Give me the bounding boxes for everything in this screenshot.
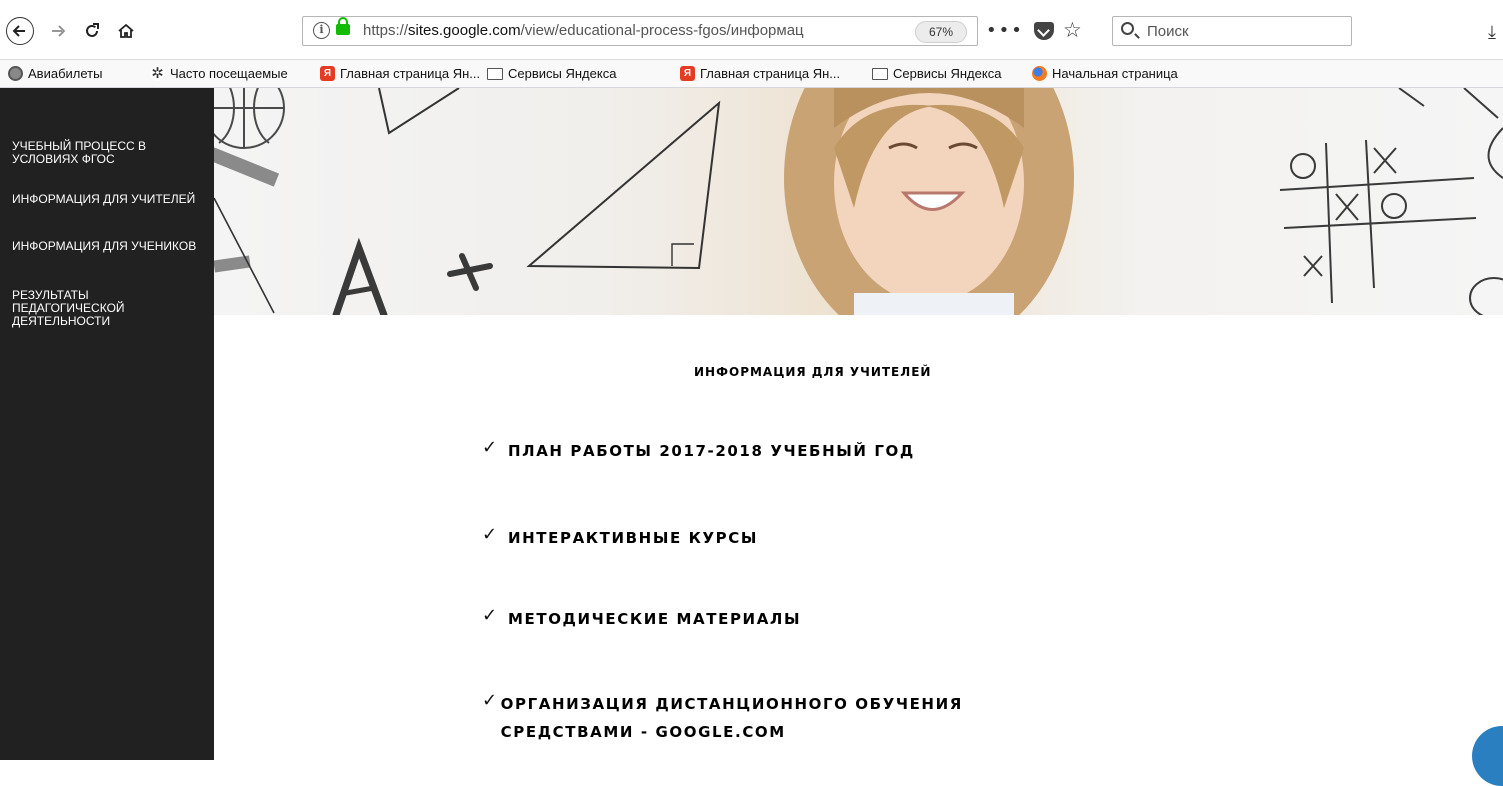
navigation-row: i https://sites.google.com/view/educatio… [0,12,1503,46]
bookmark-label: Начальная страница [1052,66,1178,81]
checkmark-icon: ✓ [482,437,498,458]
bookmark-label: Сервисы Яндекса [508,66,617,81]
download-icon[interactable]: ⤓ [1488,22,1496,43]
list-item: ✓ ОРГАНИЗАЦИЯ ДИСТАНЦИОННОГО ОБУЧЕНИЯ СР… [482,690,1042,746]
home-icon[interactable] [112,17,140,45]
bookmark-item[interactable]: Я Главная страница Ян... [320,66,480,81]
list-item: ✓ МЕТОДИЧЕСКИЕ МАТЕРИАЛЫ [482,605,1242,633]
bookmark-item[interactable]: Начальная страница [1032,66,1178,81]
sidebar-item-results[interactable]: РЕЗУЛЬТАТЫ ПЕДАГОГИЧЕСКОЙ ДЕЯТЕЛЬНОСТИ [12,289,202,328]
yandex-icon: Я [680,66,695,81]
yandex-icon: Я [320,66,335,81]
bookmark-label: Авиабилеты [28,66,103,81]
interactive-courses-link[interactable]: ИНТЕРАКТИВНЫЕ КУРСЫ [508,524,758,552]
work-plan-link[interactable]: ПЛАН РАБОТЫ 2017-2018 УЧЕБНЫЙ ГОД [508,437,915,465]
url-fade [803,18,893,44]
pocket-icon[interactable] [1034,22,1054,40]
folder-icon [872,67,888,80]
sidebar-nav: УЧЕБНЫЙ ПРОЦЕСС В УСЛОВИЯХ ФГОС ИНФОРМАЦ… [0,88,214,760]
search-input[interactable]: Поиск [1112,16,1352,46]
bookmark-label: Главная страница Ян... [700,66,841,81]
bookmark-label: Часто посещаемые [170,66,288,81]
site-info-icon[interactable]: i [313,22,330,39]
list-item: ✓ ПЛАН РАБОТЫ 2017-2018 УЧЕБНЫЙ ГОД [482,437,1242,465]
url-prefix: https:// [363,22,409,39]
folder-icon [487,67,503,80]
checkmark-icon: ✓ [482,524,498,545]
bookmark-item[interactable]: Сервисы Яндекса [487,66,616,81]
url-host: sites.google.com [408,22,521,39]
bookmark-item[interactable]: Я Главная страница Ян... [680,66,840,81]
distance-learning-link[interactable]: ОРГАНИЗАЦИЯ ДИСТАНЦИОННОГО ОБУЧЕНИЯ СРЕД… [501,690,1042,746]
main-content: ИНФОРМАЦИЯ ДЛЯ УЧИТЕЛЕЙ ✓ ПЛАН РАБОТЫ 20… [214,315,1503,760]
checkmark-icon: ✓ [482,690,498,711]
lock-icon [336,17,350,35]
address-bar[interactable]: i https://sites.google.com/view/educatio… [302,16,978,46]
checkmark-icon: ✓ [482,605,498,626]
list-item: ✓ ИНТЕРАКТИВНЫЕ КУРСЫ [482,524,1242,552]
bookmark-star-icon[interactable]: ☆ [1063,18,1082,42]
bookmark-item[interactable]: Сервисы Яндекса [872,66,1001,81]
sidebar-item-students-info[interactable]: ИНФОРМАЦИЯ ДЛЯ УЧЕНИКОВ [12,240,202,253]
back-arrow-icon[interactable] [6,17,34,45]
page-title: ИНФОРМАЦИЯ ДЛЯ УЧИТЕЛЕЙ [694,365,932,379]
methodical-materials-link[interactable]: МЕТОДИЧЕСКИЕ МАТЕРИАЛЫ [508,605,801,633]
bookmark-label: Главная страница Ян... [340,66,481,81]
firefox-icon [1032,66,1047,81]
bookmark-item[interactable]: ✲ Часто посещаемые [150,66,288,81]
sidebar-item-teachers-info[interactable]: ИНФОРМАЦИЯ ДЛЯ УЧИТЕЛЕЙ [12,193,202,206]
gear-icon: ✲ [150,65,165,82]
search-icon [1121,22,1134,35]
search-placeholder: Поиск [1147,23,1189,40]
sidebar-item-educational-process[interactable]: УЧЕБНЫЙ ПРОЦЕСС В УСЛОВИЯХ ФГОС [12,140,202,166]
bookmark-item[interactable]: Авиабилеты [8,66,102,81]
header-banner-image [214,88,1503,315]
zoom-level-badge[interactable]: 67% [915,21,967,43]
bookmarks-bar: Авиабилеты ✲ Часто посещаемые Я Главная ст… [0,60,1503,88]
bookmark-label: Сервисы Яндекса [893,66,1002,81]
forward-arrow-icon[interactable] [44,17,72,45]
page-actions-menu-icon[interactable]: ••• [986,20,1024,41]
plane-icon [8,66,23,81]
reload-icon[interactable] [78,17,106,45]
browser-toolbar: i https://sites.google.com/view/educatio… [0,0,1503,60]
url-path: /view/educational-process-fgos/информац [520,22,804,39]
